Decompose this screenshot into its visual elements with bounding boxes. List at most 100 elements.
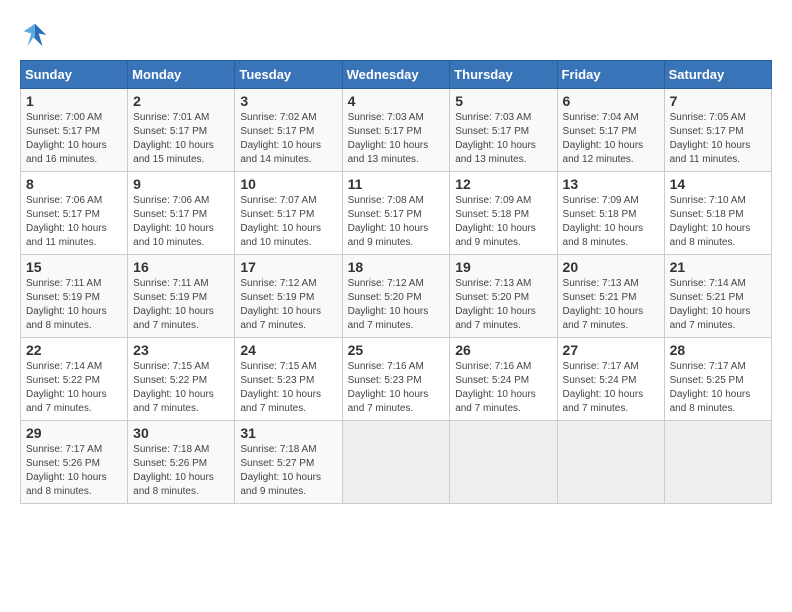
day-number: 21 bbox=[670, 259, 766, 275]
day-number: 24 bbox=[240, 342, 336, 358]
day-info: Sunrise: 7:17 AM Sunset: 5:25 PM Dayligh… bbox=[670, 360, 766, 416]
calendar-cell: 20 Sunrise: 7:13 AM Sunset: 5:21 PM Dayl… bbox=[557, 255, 664, 338]
calendar-cell: 13 Sunrise: 7:09 AM Sunset: 5:18 PM Dayl… bbox=[557, 172, 664, 255]
day-number: 30 bbox=[133, 425, 229, 441]
day-info: Sunrise: 7:17 AM Sunset: 5:24 PM Dayligh… bbox=[563, 360, 659, 416]
calendar-cell: 21 Sunrise: 7:14 AM Sunset: 5:21 PM Dayl… bbox=[664, 255, 771, 338]
day-info: Sunrise: 7:14 AM Sunset: 5:21 PM Dayligh… bbox=[670, 277, 766, 333]
calendar-cell bbox=[342, 421, 450, 504]
day-number: 5 bbox=[455, 93, 551, 109]
calendar-cell: 5 Sunrise: 7:03 AM Sunset: 5:17 PM Dayli… bbox=[450, 89, 557, 172]
logo bbox=[20, 20, 56, 50]
day-info: Sunrise: 7:12 AM Sunset: 5:19 PM Dayligh… bbox=[240, 277, 336, 333]
calendar-table: SundayMondayTuesdayWednesdayThursdayFrid… bbox=[20, 60, 772, 504]
day-info: Sunrise: 7:11 AM Sunset: 5:19 PM Dayligh… bbox=[133, 277, 229, 333]
day-info: Sunrise: 7:03 AM Sunset: 5:17 PM Dayligh… bbox=[455, 111, 551, 167]
day-number: 29 bbox=[26, 425, 122, 441]
day-info: Sunrise: 7:15 AM Sunset: 5:23 PM Dayligh… bbox=[240, 360, 336, 416]
day-number: 8 bbox=[26, 176, 122, 192]
calendar-cell: 25 Sunrise: 7:16 AM Sunset: 5:23 PM Dayl… bbox=[342, 338, 450, 421]
calendar-cell: 4 Sunrise: 7:03 AM Sunset: 5:17 PM Dayli… bbox=[342, 89, 450, 172]
day-number: 12 bbox=[455, 176, 551, 192]
calendar-cell: 8 Sunrise: 7:06 AM Sunset: 5:17 PM Dayli… bbox=[21, 172, 128, 255]
calendar-cell: 31 Sunrise: 7:18 AM Sunset: 5:27 PM Dayl… bbox=[235, 421, 342, 504]
calendar-cell: 17 Sunrise: 7:12 AM Sunset: 5:19 PM Dayl… bbox=[235, 255, 342, 338]
calendar-cell: 29 Sunrise: 7:17 AM Sunset: 5:26 PM Dayl… bbox=[21, 421, 128, 504]
day-info: Sunrise: 7:08 AM Sunset: 5:17 PM Dayligh… bbox=[348, 194, 445, 250]
calendar-cell: 2 Sunrise: 7:01 AM Sunset: 5:17 PM Dayli… bbox=[128, 89, 235, 172]
calendar-cell: 18 Sunrise: 7:12 AM Sunset: 5:20 PM Dayl… bbox=[342, 255, 450, 338]
calendar-week-row: 15 Sunrise: 7:11 AM Sunset: 5:19 PM Dayl… bbox=[21, 255, 772, 338]
day-of-week-header: Friday bbox=[557, 61, 664, 89]
day-number: 16 bbox=[133, 259, 229, 275]
day-info: Sunrise: 7:04 AM Sunset: 5:17 PM Dayligh… bbox=[563, 111, 659, 167]
day-number: 28 bbox=[670, 342, 766, 358]
logo-bird-icon bbox=[20, 20, 50, 50]
day-of-week-header: Tuesday bbox=[235, 61, 342, 89]
day-info: Sunrise: 7:13 AM Sunset: 5:20 PM Dayligh… bbox=[455, 277, 551, 333]
calendar-cell: 27 Sunrise: 7:17 AM Sunset: 5:24 PM Dayl… bbox=[557, 338, 664, 421]
calendar-cell: 12 Sunrise: 7:09 AM Sunset: 5:18 PM Dayl… bbox=[450, 172, 557, 255]
day-number: 11 bbox=[348, 176, 445, 192]
day-info: Sunrise: 7:06 AM Sunset: 5:17 PM Dayligh… bbox=[133, 194, 229, 250]
day-info: Sunrise: 7:05 AM Sunset: 5:17 PM Dayligh… bbox=[670, 111, 766, 167]
day-info: Sunrise: 7:11 AM Sunset: 5:19 PM Dayligh… bbox=[26, 277, 122, 333]
day-info: Sunrise: 7:16 AM Sunset: 5:24 PM Dayligh… bbox=[455, 360, 551, 416]
calendar-cell: 6 Sunrise: 7:04 AM Sunset: 5:17 PM Dayli… bbox=[557, 89, 664, 172]
header bbox=[20, 20, 772, 50]
day-info: Sunrise: 7:15 AM Sunset: 5:22 PM Dayligh… bbox=[133, 360, 229, 416]
calendar-cell: 7 Sunrise: 7:05 AM Sunset: 5:17 PM Dayli… bbox=[664, 89, 771, 172]
day-info: Sunrise: 7:03 AM Sunset: 5:17 PM Dayligh… bbox=[348, 111, 445, 167]
day-info: Sunrise: 7:18 AM Sunset: 5:27 PM Dayligh… bbox=[240, 443, 336, 499]
day-number: 10 bbox=[240, 176, 336, 192]
calendar-cell: 3 Sunrise: 7:02 AM Sunset: 5:17 PM Dayli… bbox=[235, 89, 342, 172]
calendar-cell: 14 Sunrise: 7:10 AM Sunset: 5:18 PM Dayl… bbox=[664, 172, 771, 255]
day-info: Sunrise: 7:12 AM Sunset: 5:20 PM Dayligh… bbox=[348, 277, 445, 333]
day-number: 6 bbox=[563, 93, 659, 109]
day-number: 31 bbox=[240, 425, 336, 441]
calendar-week-row: 1 Sunrise: 7:00 AM Sunset: 5:17 PM Dayli… bbox=[21, 89, 772, 172]
day-number: 19 bbox=[455, 259, 551, 275]
calendar-cell: 23 Sunrise: 7:15 AM Sunset: 5:22 PM Dayl… bbox=[128, 338, 235, 421]
calendar-cell bbox=[664, 421, 771, 504]
calendar-header-row: SundayMondayTuesdayWednesdayThursdayFrid… bbox=[21, 61, 772, 89]
calendar-cell: 24 Sunrise: 7:15 AM Sunset: 5:23 PM Dayl… bbox=[235, 338, 342, 421]
calendar-cell: 15 Sunrise: 7:11 AM Sunset: 5:19 PM Dayl… bbox=[21, 255, 128, 338]
day-info: Sunrise: 7:10 AM Sunset: 5:18 PM Dayligh… bbox=[670, 194, 766, 250]
calendar-cell bbox=[557, 421, 664, 504]
day-number: 18 bbox=[348, 259, 445, 275]
day-of-week-header: Saturday bbox=[664, 61, 771, 89]
calendar-week-row: 8 Sunrise: 7:06 AM Sunset: 5:17 PM Dayli… bbox=[21, 172, 772, 255]
calendar-cell: 16 Sunrise: 7:11 AM Sunset: 5:19 PM Dayl… bbox=[128, 255, 235, 338]
calendar-cell: 19 Sunrise: 7:13 AM Sunset: 5:20 PM Dayl… bbox=[450, 255, 557, 338]
day-number: 14 bbox=[670, 176, 766, 192]
calendar-cell: 11 Sunrise: 7:08 AM Sunset: 5:17 PM Dayl… bbox=[342, 172, 450, 255]
day-number: 3 bbox=[240, 93, 336, 109]
day-info: Sunrise: 7:17 AM Sunset: 5:26 PM Dayligh… bbox=[26, 443, 122, 499]
calendar-cell: 28 Sunrise: 7:17 AM Sunset: 5:25 PM Dayl… bbox=[664, 338, 771, 421]
day-info: Sunrise: 7:07 AM Sunset: 5:17 PM Dayligh… bbox=[240, 194, 336, 250]
day-number: 9 bbox=[133, 176, 229, 192]
calendar-cell: 9 Sunrise: 7:06 AM Sunset: 5:17 PM Dayli… bbox=[128, 172, 235, 255]
day-number: 26 bbox=[455, 342, 551, 358]
day-number: 27 bbox=[563, 342, 659, 358]
day-number: 22 bbox=[26, 342, 122, 358]
day-number: 15 bbox=[26, 259, 122, 275]
day-number: 1 bbox=[26, 93, 122, 109]
day-info: Sunrise: 7:14 AM Sunset: 5:22 PM Dayligh… bbox=[26, 360, 122, 416]
day-number: 17 bbox=[240, 259, 336, 275]
day-info: Sunrise: 7:09 AM Sunset: 5:18 PM Dayligh… bbox=[455, 194, 551, 250]
day-info: Sunrise: 7:02 AM Sunset: 5:17 PM Dayligh… bbox=[240, 111, 336, 167]
calendar-cell: 30 Sunrise: 7:18 AM Sunset: 5:26 PM Dayl… bbox=[128, 421, 235, 504]
calendar-cell: 22 Sunrise: 7:14 AM Sunset: 5:22 PM Dayl… bbox=[21, 338, 128, 421]
day-of-week-header: Thursday bbox=[450, 61, 557, 89]
day-number: 23 bbox=[133, 342, 229, 358]
day-info: Sunrise: 7:16 AM Sunset: 5:23 PM Dayligh… bbox=[348, 360, 445, 416]
day-number: 13 bbox=[563, 176, 659, 192]
day-number: 7 bbox=[670, 93, 766, 109]
calendar-cell: 1 Sunrise: 7:00 AM Sunset: 5:17 PM Dayli… bbox=[21, 89, 128, 172]
day-number: 25 bbox=[348, 342, 445, 358]
day-number: 4 bbox=[348, 93, 445, 109]
day-info: Sunrise: 7:01 AM Sunset: 5:17 PM Dayligh… bbox=[133, 111, 229, 167]
day-info: Sunrise: 7:06 AM Sunset: 5:17 PM Dayligh… bbox=[26, 194, 122, 250]
